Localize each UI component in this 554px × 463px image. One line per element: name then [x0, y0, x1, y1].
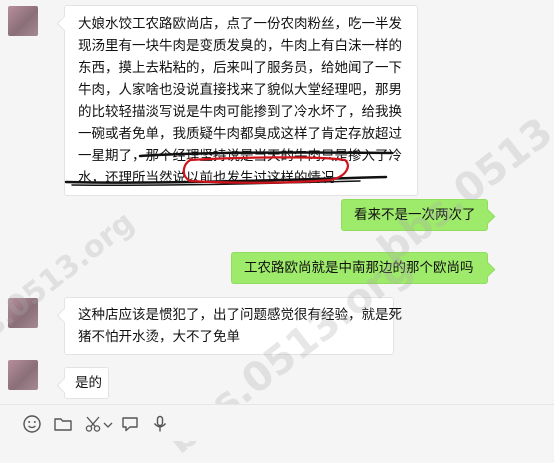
message-text: 工农路欧尚就是中南那边的那个欧尚吗: [244, 260, 474, 276]
message-line: 的比较轻描淡写说是牛肉可能掺到了冷水坏了，给我换: [78, 104, 402, 120]
message-line: 牛肉，人家啥也没说直接找来了貌似大堂经理吧，那男: [78, 82, 402, 98]
input-toolbar: [0, 404, 554, 441]
chat-history-icon[interactable]: [120, 414, 140, 434]
message-line: 一星期了，那个经理坚持说是当天的牛肉只是掺入了冷: [78, 148, 402, 164]
folder-icon[interactable]: [53, 414, 73, 434]
message-bubble-received[interactable]: 大娘水饺工农路欧尚店，点了一份农肉粉丝，吃一半发 现汤里有一块牛肉是变质发臭的，…: [64, 5, 418, 196]
message-line: 大娘水饺工农路欧尚店，点了一份农肉粉丝，吃一半发: [78, 16, 402, 32]
message-line: 猪不怕开水烫，大不了免单: [78, 329, 240, 345]
avatar[interactable]: [8, 298, 38, 328]
message-line: 现汤里有一块牛肉是变质发臭的，牛肉上有白沫一样的: [78, 38, 402, 54]
message-text: 是的: [75, 375, 102, 391]
message-bubble-received[interactable]: 这种店应该是惯犯了，出了问题感觉很有经验，就是死 猪不怕开水烫，大不了免单: [64, 297, 402, 355]
message-bubble-received[interactable]: 是的: [64, 367, 109, 399]
avatar[interactable]: [8, 6, 38, 36]
message-line: 一碗或者免单，我质疑牛肉都臭成这样了肯定存放超过: [78, 126, 402, 142]
message-bubble-sent[interactable]: 看来不是一次两次了: [341, 199, 488, 231]
message-bubble-sent[interactable]: 工农路欧尚就是中南那边的那个欧尚吗: [231, 252, 488, 284]
message-line: 水，还理所当然说以前也发生过这样的情况: [78, 170, 335, 186]
scissors-icon[interactable]: [84, 414, 104, 434]
emoji-icon[interactable]: [22, 414, 42, 434]
chevron-down-icon[interactable]: [103, 414, 113, 434]
message-line: 东西，摸上去粘粘的，后来叫了服务员，给她闻了一下: [78, 60, 402, 76]
avatar[interactable]: [8, 360, 38, 390]
message-text: 看来不是一次两次了: [354, 207, 476, 223]
voice-icon[interactable]: [150, 414, 170, 434]
message-line: 这种店应该是惯犯了，出了问题感觉很有经验，就是死: [78, 307, 402, 323]
